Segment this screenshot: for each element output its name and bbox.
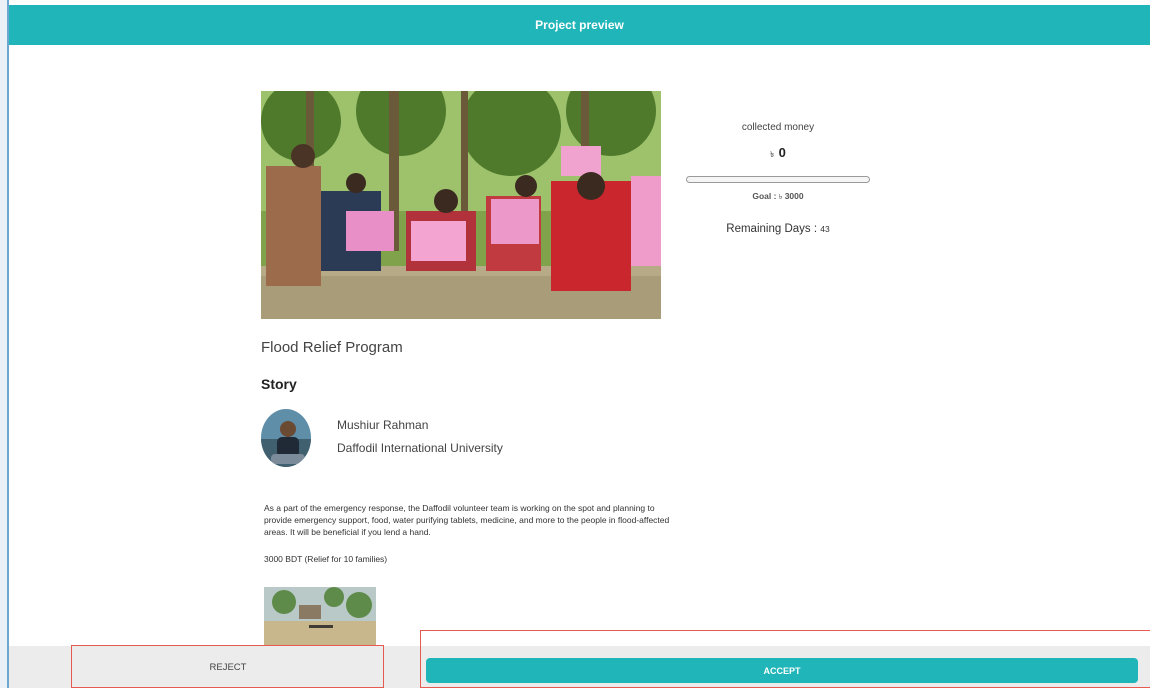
currency-symbol: ৳ [770, 150, 775, 159]
author-name: Mushiur Rahman [337, 418, 429, 432]
project-title: Flood Relief Program [261, 339, 403, 356]
story-text: As a part of the emergency response, the… [264, 503, 670, 537]
goal-text: Goal : ৳ 3000 [686, 191, 870, 203]
goal-label: Goal : [752, 191, 779, 201]
accept-button[interactable]: ACCEPT [426, 658, 1138, 683]
page-title: Project preview [535, 18, 624, 32]
avatar [261, 409, 311, 467]
remaining-days-label: Remaining Days : [726, 223, 821, 235]
goal-amount: 3000 [784, 191, 804, 201]
goal-currency-symbol: ৳ [778, 194, 783, 201]
remaining-days: Remaining Days : 43 [686, 223, 870, 235]
project-cover-image [261, 91, 661, 319]
collected-amount-value: 0 [778, 145, 786, 160]
project-gallery-thumbnail[interactable] [264, 587, 376, 647]
page-header: Project preview [9, 5, 1150, 45]
story-heading: Story [261, 376, 297, 392]
author-organization: Daffodil International University [337, 441, 503, 455]
remaining-days-value: 43 [820, 224, 830, 234]
funding-progress-bar [686, 176, 870, 183]
collected-money-label: collected money [741, 122, 815, 133]
story-amount: 3000 BDT (Relief for 10 families) [264, 554, 388, 564]
window-left-edge [0, 0, 9, 688]
collected-money-amount: ৳ 0 [686, 144, 870, 162]
reject-button[interactable]: REJECT [72, 646, 384, 688]
